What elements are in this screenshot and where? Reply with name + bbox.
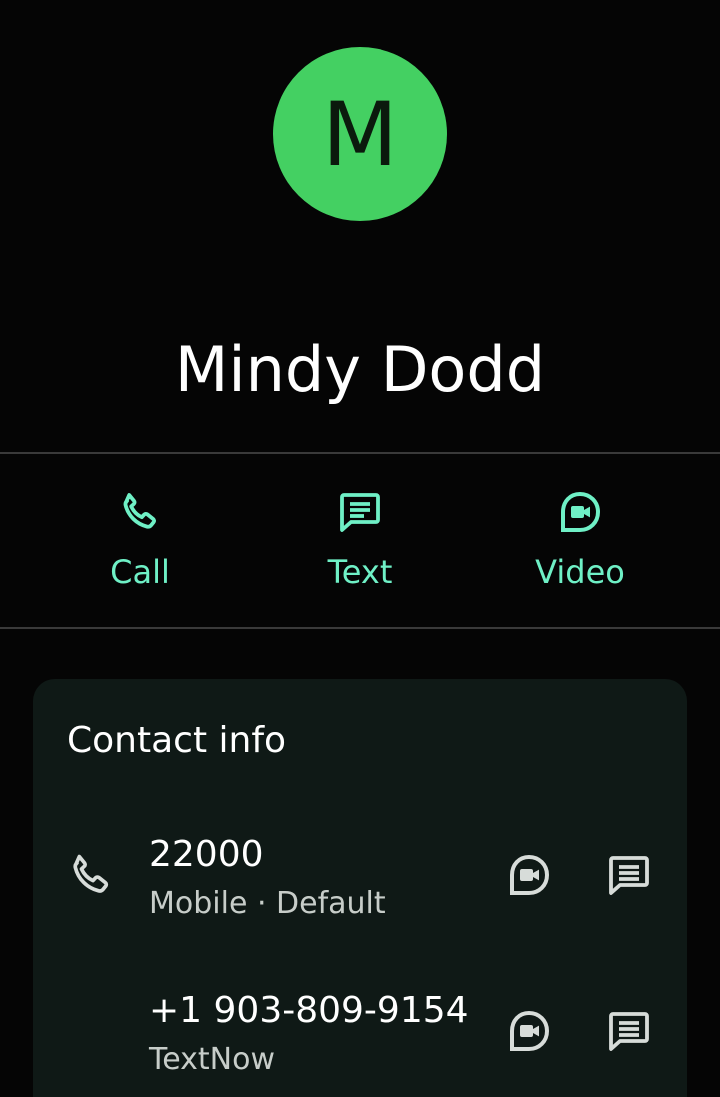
video-call-button[interactable]	[499, 845, 559, 905]
video-button[interactable]: Video	[480, 454, 680, 627]
phone-entry[interactable]: +1 903-809-9154 TextNow	[33, 983, 687, 1097]
avatar: M	[273, 47, 447, 221]
call-label: Call	[110, 553, 170, 591]
contact-details-screen: M Mindy Dodd Call Text Video Contact inf…	[0, 0, 720, 1097]
phone-entry[interactable]: 22000 Mobile · Default	[33, 827, 687, 947]
contact-info-card: Contact info 22000 Mobile · Default +1 9…	[33, 679, 687, 1097]
video-call-icon	[510, 1010, 550, 1051]
text-label: Text	[327, 553, 393, 591]
phone-icon	[73, 854, 109, 893]
video-label: Video	[535, 553, 625, 591]
contact-name: Mindy Dodd	[174, 333, 546, 406]
video-call-icon	[510, 854, 550, 895]
phone-type: Mobile · Default	[149, 886, 386, 921]
message-icon	[609, 856, 649, 895]
divider	[0, 627, 720, 629]
contact-info-title: Contact info	[67, 720, 287, 761]
phone-icon	[123, 493, 156, 529]
phone-type: TextNow	[149, 1042, 276, 1077]
call-button[interactable]: Call	[40, 454, 240, 627]
message-icon	[340, 493, 380, 532]
phone-number: 22000	[149, 834, 264, 875]
message-button[interactable]	[599, 845, 659, 905]
text-button[interactable]: Text	[260, 454, 460, 627]
action-bar: Call Text Video	[0, 454, 720, 627]
message-icon	[609, 1012, 649, 1051]
avatar-initial: M	[322, 83, 398, 186]
video-call-button[interactable]	[499, 1001, 559, 1061]
video-call-icon	[561, 491, 601, 532]
message-button[interactable]	[599, 1001, 659, 1061]
phone-number: +1 903-809-9154	[149, 990, 469, 1031]
